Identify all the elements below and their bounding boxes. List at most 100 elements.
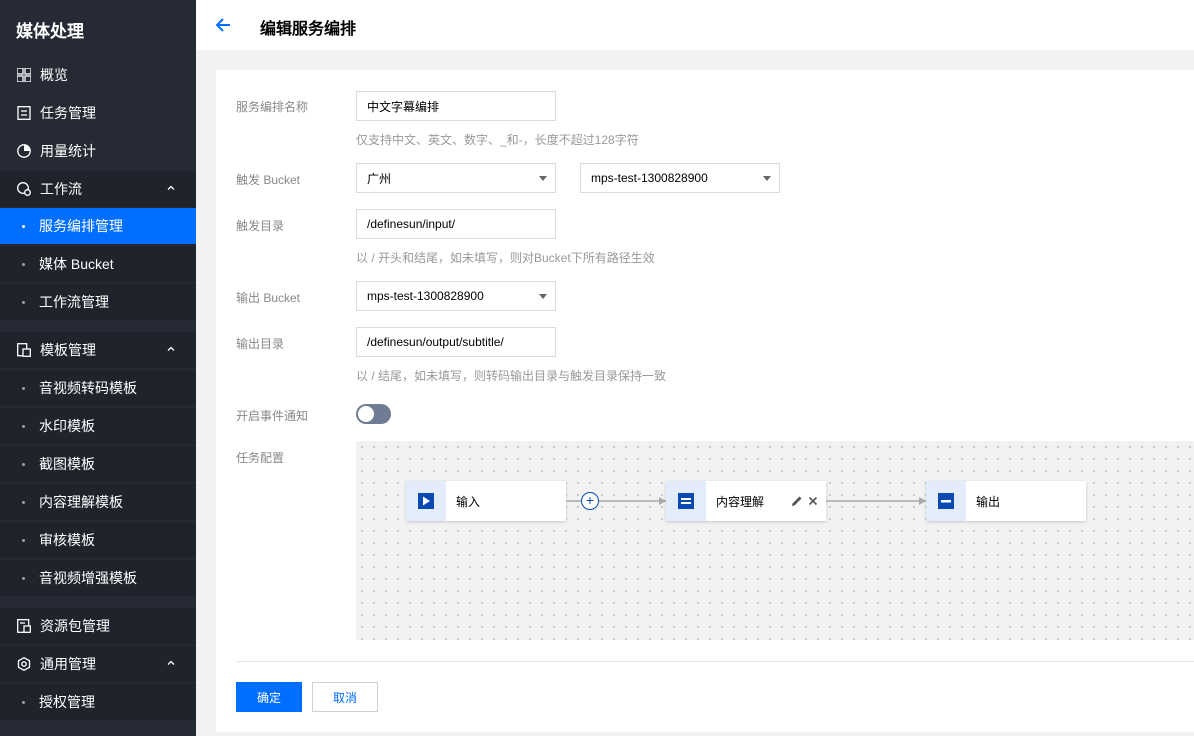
trigger-dir-input[interactable]: /definesun/input/ — [356, 209, 556, 239]
template-icon — [17, 343, 31, 357]
sidebar-subitem-label: 水印模板 — [39, 418, 95, 434]
trigger-bucket-value: mps-test-1300828900 — [591, 171, 708, 185]
sidebar: 媒体处理 概览 任务管理 用量统计 工作流 服务编排管理 媒体 Bucket 工… — [0, 0, 196, 736]
output-dir-input[interactable]: /definesun/output/subtitle/ — [356, 327, 556, 357]
caret-down-icon — [763, 176, 771, 181]
workflow-canvas[interactable]: 输入 + 内容理解 输出 — [356, 441, 1194, 640]
sidebar-item-label: 资源包管理 — [40, 618, 110, 634]
workflow-edge — [826, 500, 926, 502]
cancel-button[interactable]: 取消 — [312, 682, 378, 712]
sidebar-subitem-label: 服务编排管理 — [39, 218, 123, 234]
play-icon — [406, 481, 446, 521]
pie-chart-icon — [17, 144, 31, 158]
bullet-dot — [22, 501, 25, 504]
sidebar-item-service-orchestration[interactable]: 服务编排管理 — [0, 208, 196, 244]
sidebar-item-authorization[interactable]: 授权管理 — [0, 684, 196, 720]
sidebar-item-workflow[interactable]: 工作流 — [0, 171, 196, 207]
bullet-dot — [22, 577, 25, 580]
sidebar-item-watermark-template[interactable]: 水印模板 — [0, 408, 196, 444]
bullet-dot — [22, 263, 25, 266]
footer-divider — [236, 661, 1194, 662]
sidebar-item-workflow-management[interactable]: 工作流管理 — [0, 284, 196, 320]
sidebar-item-enhance-template[interactable]: 音视频增强模板 — [0, 560, 196, 596]
grid-icon — [17, 68, 31, 82]
sidebar-item-tasks[interactable]: 任务管理 — [0, 95, 196, 131]
sidebar-item-review-template[interactable]: 审核模板 — [0, 522, 196, 558]
toggle-knob — [358, 406, 374, 422]
output-icon — [926, 481, 966, 521]
sidebar-item-packages[interactable]: 资源包管理 — [0, 608, 196, 644]
trigger-region-value: 广州 — [367, 171, 392, 186]
node-label: 输出 — [976, 495, 1001, 509]
edit-form-panel: 服务编排名称 中文字幕编排 仅支持中文、英文、数字、_和-，长度不超过128字符… — [216, 70, 1194, 732]
sidebar-item-overview[interactable]: 概览 — [0, 57, 196, 93]
output-dir-label: 输出目录 — [236, 337, 285, 351]
package-icon — [17, 619, 31, 633]
workflow-node-output[interactable]: 输出 — [926, 481, 1086, 521]
sidebar-item-templates[interactable]: 模板管理 — [0, 332, 196, 368]
page-title: 编辑服务编排 — [260, 21, 357, 38]
sidebar-item-label: 任务管理 — [40, 105, 96, 121]
document-icon — [17, 106, 31, 120]
sidebar-subitem-label: 截图模板 — [39, 456, 95, 472]
name-input[interactable]: 中文字幕编排 — [356, 91, 556, 121]
task-config-label: 任务配置 — [236, 451, 285, 465]
sidebar-subitem-label: 媒体 Bucket — [39, 256, 114, 272]
sidebar-subitem-label: 工作流管理 — [39, 294, 109, 310]
sidebar-item-usage[interactable]: 用量统计 — [0, 133, 196, 169]
confirm-button[interactable]: 确定 — [236, 682, 302, 712]
output-bucket-label: 输出 Bucket — [236, 291, 301, 305]
caret-down-icon — [539, 294, 547, 299]
sidebar-item-general[interactable]: 通用管理 — [0, 646, 196, 682]
output-bucket-value: mps-test-1300828900 — [367, 289, 484, 303]
chevron-up-icon — [167, 660, 175, 665]
sidebar-subitem-label: 审核模板 — [39, 532, 95, 548]
caret-down-icon — [539, 176, 547, 181]
sidebar-subitem-label: 内容理解模板 — [39, 494, 123, 510]
trigger-bucket-label: 触发 Bucket — [236, 173, 301, 187]
bullet-dot — [22, 425, 25, 428]
event-notify-label: 开启事件通知 — [236, 409, 309, 423]
chevron-up-icon — [167, 346, 175, 351]
sidebar-item-snapshot-template[interactable]: 截图模板 — [0, 446, 196, 482]
bullet-dot — [22, 225, 25, 228]
sidebar-subitem-label: 授权管理 — [39, 694, 95, 710]
trigger-dir-hint: 以 / 开头和结尾，如未填写，则对Bucket下所有路径生效 — [356, 251, 655, 265]
output-bucket-select[interactable]: mps-test-1300828900 — [356, 281, 556, 311]
sidebar-item-transcode-template[interactable]: 音视频转码模板 — [0, 370, 196, 406]
arrow-right-icon — [919, 497, 926, 505]
sidebar-item-media-bucket[interactable]: 媒体 Bucket — [0, 246, 196, 282]
sidebar-item-label: 通用管理 — [40, 656, 96, 672]
sidebar-item-content-template[interactable]: 内容理解模板 — [0, 484, 196, 520]
trigger-dir-label: 触发目录 — [236, 219, 285, 233]
sidebar-item-label: 工作流 — [40, 181, 82, 197]
workflow-node-content-understanding[interactable]: 内容理解 — [666, 481, 826, 521]
arrow-right-icon — [659, 497, 666, 505]
workflow-node-input[interactable]: 输入 — [406, 481, 566, 521]
sidebar-item-label: 概览 — [40, 67, 68, 83]
app-title: 媒体处理 — [16, 22, 84, 41]
trigger-region-select[interactable]: 广州 — [356, 163, 556, 193]
sidebar-item-label: 模板管理 — [40, 342, 96, 358]
trigger-bucket-select[interactable]: mps-test-1300828900 — [580, 163, 780, 193]
header-bar: 编辑服务编排 — [196, 0, 1194, 50]
bullet-dot — [22, 387, 25, 390]
sidebar-subitem-label: 音视频转码模板 — [39, 380, 137, 396]
back-arrow-icon[interactable] — [214, 16, 232, 34]
close-icon[interactable] — [808, 496, 818, 506]
name-hint: 仅支持中文、英文、数字、_和-，长度不超过128字符 — [356, 133, 639, 147]
node-label: 内容理解 — [716, 495, 765, 509]
output-dir-hint: 以 / 结尾，如未填写，则转码输出目录与触发目录保持一致 — [356, 369, 667, 383]
event-notify-toggle[interactable] — [356, 404, 391, 424]
bullet-dot — [22, 301, 25, 304]
add-node-button[interactable]: + — [581, 492, 599, 510]
sidebar-item-label: 用量统计 — [40, 143, 96, 159]
bullet-dot — [22, 463, 25, 466]
chevron-up-icon — [167, 185, 175, 190]
name-label: 服务编排名称 — [236, 100, 309, 114]
bullet-dot — [22, 539, 25, 542]
sidebar-subitem-label: 音视频增强模板 — [39, 570, 137, 586]
node-label: 输入 — [456, 495, 481, 509]
workflow-icon — [17, 182, 31, 196]
edit-icon[interactable] — [791, 495, 803, 507]
